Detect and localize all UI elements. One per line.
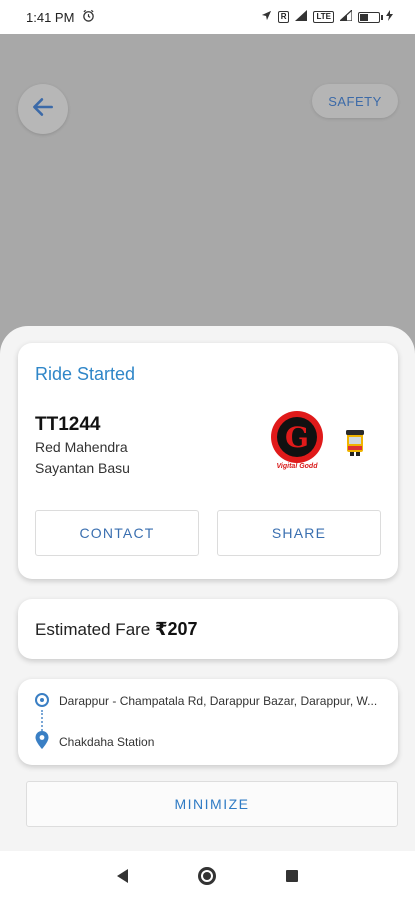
nav-recents-icon[interactable] [286,869,298,882]
signal-icon [295,10,308,24]
alarm-icon [82,9,95,25]
drop-address: Chakdaha Station [59,735,155,749]
location-pin-icon [35,731,49,749]
ride-status: Ride Started [35,364,136,384]
share-button[interactable]: SHARE [217,510,381,556]
safety-button[interactable]: SAFETY [312,84,398,118]
fare-card: Estimated Fare ₹207 [18,599,398,659]
nav-home-icon[interactable] [198,866,216,885]
arrow-left-icon [30,94,56,125]
minimize-button[interactable]: MINIMIZE [26,781,398,827]
fare-label: Estimated Fare [35,620,155,639]
status-bar: 1:41 PM R LTE [0,0,415,34]
contact-button[interactable]: CONTACT [35,510,199,556]
nav-back-icon[interactable] [117,868,128,883]
auto-rickshaw-icon [345,429,365,459]
driver-logo: G Vigital Godd [266,411,328,477]
map-view[interactable]: SAFETY [0,34,415,364]
back-button[interactable] [18,84,68,134]
route-line [41,710,43,731]
logo-text: Vigital Godd [276,463,318,470]
charging-icon [386,10,393,24]
battery-icon [358,11,383,23]
system-nav-bar [0,851,415,900]
status-right: R LTE [261,8,393,24]
signal-icon-2 [338,8,353,24]
location-icon [261,10,272,24]
status-left: 1:41 PM [26,9,95,25]
fare-value: ₹207 [155,619,198,639]
driver-name: Sayantan Basu [35,460,130,476]
pickup-dot-icon [35,693,49,707]
volte-icon: R [277,11,290,23]
ride-details-card: Ride Started TT1244 Red Mahendra Sayanta… [18,343,398,579]
logo-letter: G [277,417,317,457]
vehicle-number: TT1244 [35,414,101,435]
status-time: 1:41 PM [26,9,75,25]
fare-row: Estimated Fare ₹207 [35,619,198,640]
lte-icon: LTE [313,11,334,23]
ride-bottom-sheet: Ride Started TT1244 Red Mahendra Sayanta… [0,326,415,851]
vehicle-model: Red Mahendra [35,439,128,455]
route-card: Darappur - Champatala Rd, Darappur Bazar… [18,679,398,765]
pickup-address: Darappur - Champatala Rd, Darappur Bazar… [59,694,378,708]
